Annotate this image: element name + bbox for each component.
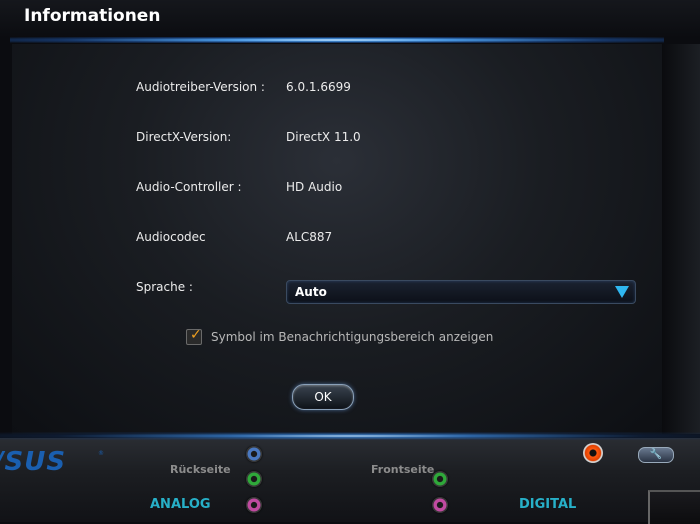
- directx-version-label: DirectX-Version:: [136, 130, 232, 144]
- checkmark-icon: ✓: [190, 327, 202, 343]
- rear-green-jack-icon[interactable]: [246, 471, 262, 487]
- title-glow-divider: [10, 37, 664, 43]
- audio-codec-value: ALC887: [286, 230, 333, 244]
- tray-icon-checkbox[interactable]: ✓: [186, 327, 202, 345]
- language-label: Sprache :: [136, 280, 193, 294]
- wrench-icon: 🔧: [649, 449, 663, 460]
- front-green-jack-icon[interactable]: [432, 471, 448, 487]
- dropdown-arrow-icon[interactable]: [615, 286, 629, 298]
- front-panel-label: Frontseite: [371, 463, 435, 476]
- audio-controller-label: Audio-Controller :: [136, 180, 242, 194]
- trademark-mark: ®: [98, 450, 104, 457]
- rear-pink-jack-icon[interactable]: [246, 497, 262, 513]
- analog-mode-label[interactable]: ANALOG: [150, 497, 211, 512]
- settings-wrench-button[interactable]: 🔧: [638, 447, 674, 463]
- info-panel: [12, 44, 662, 434]
- language-select[interactable]: Auto: [286, 280, 636, 304]
- directx-version-value: DirectX 11.0: [286, 130, 361, 144]
- bottom-glow-divider: [0, 432, 700, 440]
- tray-icon-checkbox-label[interactable]: Symbol im Benachrichtigungsbereich anzei…: [211, 330, 493, 344]
- asus-logo: /SUS: [0, 447, 67, 477]
- spdif-output-icon[interactable]: [583, 443, 603, 463]
- window-title: Informationen: [24, 6, 161, 26]
- panel-edge: [662, 44, 700, 434]
- driver-version-label: Audiotreiber-Version :: [136, 80, 265, 94]
- digital-mode-label[interactable]: DIGITAL: [519, 497, 576, 512]
- language-select-value: Auto: [295, 285, 327, 299]
- ok-button[interactable]: OK: [292, 384, 354, 410]
- driver-version-value: 6.0.1.6699: [286, 80, 351, 94]
- front-pink-jack-icon[interactable]: [432, 497, 448, 513]
- title-bar: Informationen: [0, 0, 700, 38]
- audio-controller-value: HD Audio: [286, 180, 343, 194]
- audio-codec-label: Audiocodec: [136, 230, 206, 244]
- corner-decoration: [648, 490, 700, 524]
- rear-blue-jack-icon[interactable]: [246, 446, 262, 462]
- rear-panel-label: Rückseite: [170, 463, 231, 476]
